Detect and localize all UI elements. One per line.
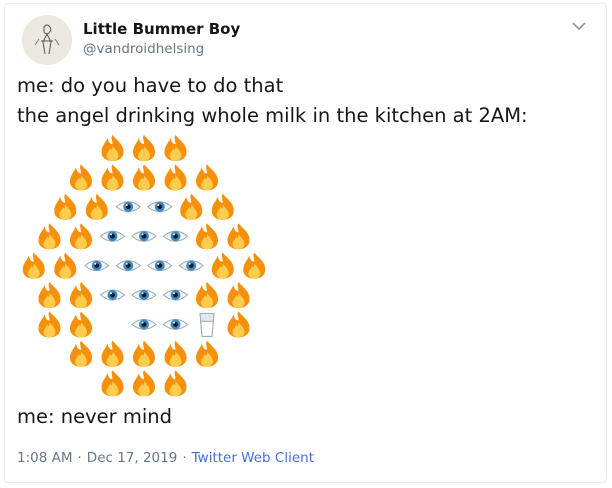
fire-icon (211, 252, 234, 279)
eye-icon (100, 289, 125, 301)
eye-icon (163, 230, 188, 242)
fire-icon (38, 223, 61, 250)
fire-icon (133, 135, 155, 161)
eye-icon (131, 289, 157, 301)
eye-icon (115, 201, 141, 213)
fire-icon (227, 282, 250, 308)
tweet-meta: 1:08 AM · Dec 17, 2019 · Twitter Web Client (17, 450, 314, 466)
fire-icon (196, 164, 218, 191)
fire-icon (227, 311, 250, 338)
fire-icon (70, 223, 92, 250)
fire-icon (164, 340, 187, 367)
eye-icon (147, 260, 173, 272)
fire-icon (70, 340, 92, 367)
fire-icon (85, 193, 108, 220)
fire-icon (227, 223, 250, 250)
fire-icon (54, 252, 77, 279)
eye-icon (147, 201, 173, 213)
tweet-text-line-3: me: never mind (17, 405, 173, 428)
fire-icon (196, 282, 218, 308)
tweet-time[interactable]: 1:08 AM (17, 450, 73, 466)
eye-icon (178, 260, 204, 272)
fire-icon (101, 370, 124, 397)
eye-icon (163, 289, 188, 301)
fire-icon (70, 311, 92, 338)
eye-icon (100, 230, 125, 242)
fire-icon (211, 193, 234, 220)
fire-icon (133, 164, 155, 191)
meta-separator: · (182, 450, 187, 466)
fire-icon (164, 135, 187, 161)
fire-icon (196, 340, 218, 367)
eye-icon (115, 260, 141, 272)
fire-icon (22, 252, 45, 279)
eye-icon (131, 230, 157, 242)
eye-icon (163, 318, 188, 330)
tweet-date[interactable]: Dec 17, 2019 (87, 450, 178, 466)
milk-glass-icon (199, 312, 215, 337)
fire-icon (101, 164, 124, 191)
fire-icon (133, 370, 155, 397)
fire-icon (101, 135, 124, 161)
client-link[interactable]: Twitter Web Client (192, 450, 314, 466)
fire-icon (70, 282, 92, 308)
fire-icon (70, 164, 92, 191)
fire-icon (196, 223, 218, 250)
fire-icon (133, 340, 155, 367)
fire-icon (164, 164, 187, 191)
fire-icon (38, 311, 61, 338)
fire-icon (101, 340, 124, 367)
fire-icon (38, 282, 61, 308)
fire-icon (243, 252, 266, 279)
eye-icon (131, 318, 157, 330)
eye-icon (84, 260, 110, 272)
fire-icon (180, 193, 203, 220)
meta-separator: · (77, 450, 82, 466)
fire-icon (164, 370, 187, 397)
fire-icon (54, 193, 77, 220)
